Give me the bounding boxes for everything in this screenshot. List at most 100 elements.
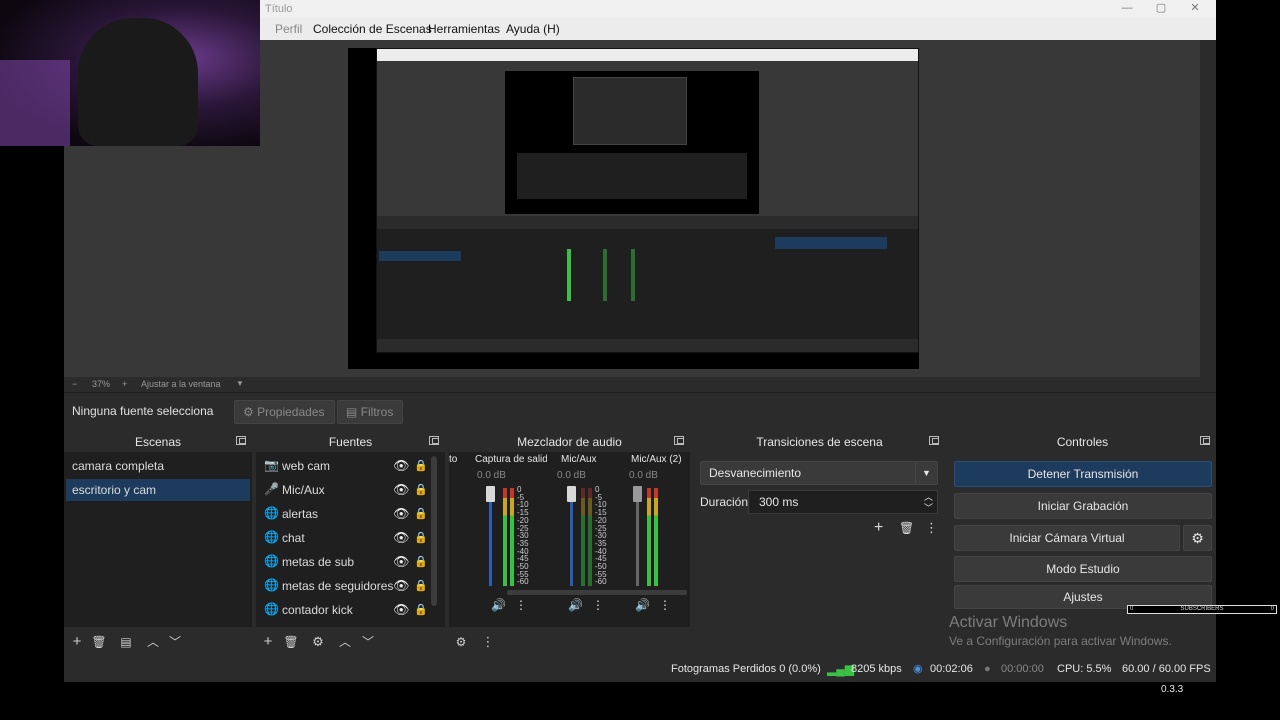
advanced-audio-icon[interactable]: ⚙ <box>452 633 470 651</box>
source-item[interactable]: 🎤 Mic/Aux 👁 🔒 <box>258 478 430 502</box>
lock-icon[interactable]: 🔒 <box>414 478 428 502</box>
duration-value: 300 ms <box>759 495 799 509</box>
browser-icon: 🌐 <box>264 602 279 616</box>
bitrate: 8205 kbps <box>851 663 902 675</box>
scene-item-selected[interactable]: escritorio y cam <box>66 479 250 501</box>
zoom-fit-label[interactable]: Ajustar a la ventana <box>141 377 221 391</box>
start-recording-button[interactable]: Iniciar Grabación <box>954 493 1212 519</box>
eye-icon[interactable]: 👁 <box>393 478 410 502</box>
menu-help[interactable]: Ayuda (H) <box>506 18 560 40</box>
channel-db: 0.0 dB <box>477 470 506 481</box>
chevron-down-icon[interactable]: ▼ <box>236 377 244 391</box>
menu-tools[interactable]: Herramientas <box>428 18 500 40</box>
record-icon: ● <box>984 663 991 675</box>
speaker-icon[interactable]: 🔊 <box>491 598 506 612</box>
undock-icon[interactable] <box>236 436 246 445</box>
eye-icon[interactable]: 👁 <box>393 550 410 574</box>
lock-icon[interactable]: 🔒 <box>414 526 428 550</box>
lock-icon[interactable]: 🔒 <box>414 502 428 526</box>
add-icon[interactable]: + <box>68 633 86 651</box>
source-item[interactable]: 🌐 alertas 👁 🔒 <box>258 502 430 526</box>
preview-canvas[interactable] <box>348 48 919 369</box>
subscribers-goal-overlay: 0 SUBSCRIBERS 0 <box>1127 605 1277 614</box>
move-up-icon[interactable]: ︿ <box>336 633 354 651</box>
undock-icon[interactable] <box>929 436 939 445</box>
volume-fader-track[interactable] <box>489 490 492 586</box>
menu-scene-collection[interactable]: Colección de Escenas <box>313 18 432 40</box>
undock-icon[interactable] <box>1200 436 1210 445</box>
kebab-menu-icon[interactable]: ⋮ <box>659 598 671 612</box>
lock-icon[interactable]: 🔒 <box>414 550 428 574</box>
filters-button[interactable]: ▤ Filtros <box>337 400 404 424</box>
eye-icon[interactable]: 👁 <box>393 598 410 622</box>
kebab-menu-icon[interactable]: ⋮ <box>479 633 497 651</box>
horizontal-scrollbar[interactable] <box>507 590 687 595</box>
virtual-cam-settings-button[interactable]: ⚙ <box>1183 525 1212 551</box>
speaker-icon[interactable]: 🔊 <box>635 598 650 612</box>
microphone-icon: 🎤 <box>264 482 279 496</box>
zoom-out-icon[interactable]: − <box>72 377 77 391</box>
filter-icon[interactable]: ▤ <box>117 633 135 651</box>
add-icon[interactable]: + <box>259 633 277 651</box>
nested-meter <box>567 249 571 301</box>
undock-icon[interactable] <box>674 436 684 445</box>
spin-down-icon[interactable]: ﹀ <box>924 497 933 519</box>
volume-fader-knob[interactable] <box>633 486 642 502</box>
move-up-icon[interactable]: ︿ <box>144 633 162 651</box>
eye-icon[interactable]: 👁 <box>393 454 410 478</box>
record-time: 00:00:00 <box>1001 663 1044 675</box>
start-virtual-cam-button[interactable]: Iniciar Cámara Virtual <box>954 525 1180 551</box>
source-item[interactable]: 📷 web cam 👁 🔒 <box>258 454 430 478</box>
volume-fader-track[interactable] <box>636 490 639 586</box>
stop-stream-button[interactable]: Detener Transmisión <box>954 461 1212 487</box>
source-item[interactable]: 🌐 metas de sub 👁 🔒 <box>258 550 430 574</box>
source-item[interactable]: 🌐 chat 👁 🔒 <box>258 526 430 550</box>
scenes-dock: Escenas camara completa escritorio y cam… <box>64 432 252 657</box>
version-label: 0.3.3 <box>1161 684 1184 695</box>
kebab-menu-icon[interactable]: ⋮ <box>925 520 938 536</box>
volume-fader-track[interactable] <box>570 490 573 586</box>
fps: 60.00 / 60.00 FPS <box>1122 663 1211 675</box>
move-down-icon[interactable]: ﹀ <box>359 633 377 651</box>
gear-icon[interactable]: ⚙ <box>309 633 327 651</box>
speaker-icon[interactable]: 🔊 <box>568 598 583 612</box>
studio-mode-button[interactable]: Modo Estudio <box>954 556 1212 582</box>
add-icon[interactable]: + <box>874 519 883 537</box>
sources-dock: Fuentes 📷 web cam 👁 🔒 🎤 Mic/Aux 👁 🔒 🌐 al… <box>256 432 445 657</box>
lock-icon[interactable]: 🔒 <box>414 574 428 598</box>
volume-fader-knob[interactable] <box>567 486 576 502</box>
nested-preview <box>377 61 918 216</box>
close-icon[interactable]: ✕ <box>1178 0 1212 18</box>
maximize-icon[interactable]: ▢ <box>1144 0 1178 18</box>
duration-input[interactable]: 300 ms ︿ ﹀ <box>748 490 938 514</box>
scene-item[interactable]: camara completa <box>66 455 250 477</box>
kebab-menu-icon[interactable]: ⋮ <box>592 598 604 612</box>
source-item[interactable]: 🌐 contador kick 👁 🔒 <box>258 598 430 622</box>
window-title: Título <box>265 3 293 15</box>
signal-bars-icon: ▂▄▆ <box>827 662 854 676</box>
browser-icon: 🌐 <box>264 506 279 520</box>
properties-button[interactable]: ⚙ Propiedades <box>234 400 335 424</box>
eye-icon[interactable]: 👁 <box>393 574 410 598</box>
minimize-icon[interactable]: — <box>1110 0 1144 18</box>
eye-icon[interactable]: 👁 <box>393 502 410 526</box>
move-down-icon[interactable]: ﹀ <box>166 633 184 651</box>
transition-select[interactable]: Desvanecimiento ▼ <box>700 461 938 485</box>
eye-icon[interactable]: 👁 <box>393 526 410 550</box>
lock-icon[interactable]: 🔒 <box>414 454 428 478</box>
trash-icon[interactable]: 🗑 <box>90 633 108 651</box>
volume-fader-knob[interactable] <box>486 486 495 502</box>
lock-icon[interactable]: 🔒 <box>414 598 428 622</box>
trash-icon[interactable]: 🗑 <box>282 633 300 651</box>
trash-icon[interactable]: 🗑 <box>899 521 914 535</box>
source-item[interactable]: 🌐 metas de seguidores 👁 🔒 <box>258 574 430 598</box>
mixer-title: Mezclador de audio <box>517 435 622 449</box>
cpu-usage: CPU: 5.5% <box>1057 663 1112 675</box>
channel-name: Mic/Aux (2) <box>631 454 682 465</box>
zoom-in-icon[interactable]: + <box>122 377 127 391</box>
menu-perfil[interactable]: Perfil <box>275 18 302 40</box>
kebab-menu-icon[interactable]: ⋮ <box>515 598 527 612</box>
scrollbar[interactable] <box>431 456 437 606</box>
undock-icon[interactable] <box>429 436 439 445</box>
source-toolbar: Ninguna fuente selecciona ⚙ Propiedades … <box>64 392 1216 429</box>
